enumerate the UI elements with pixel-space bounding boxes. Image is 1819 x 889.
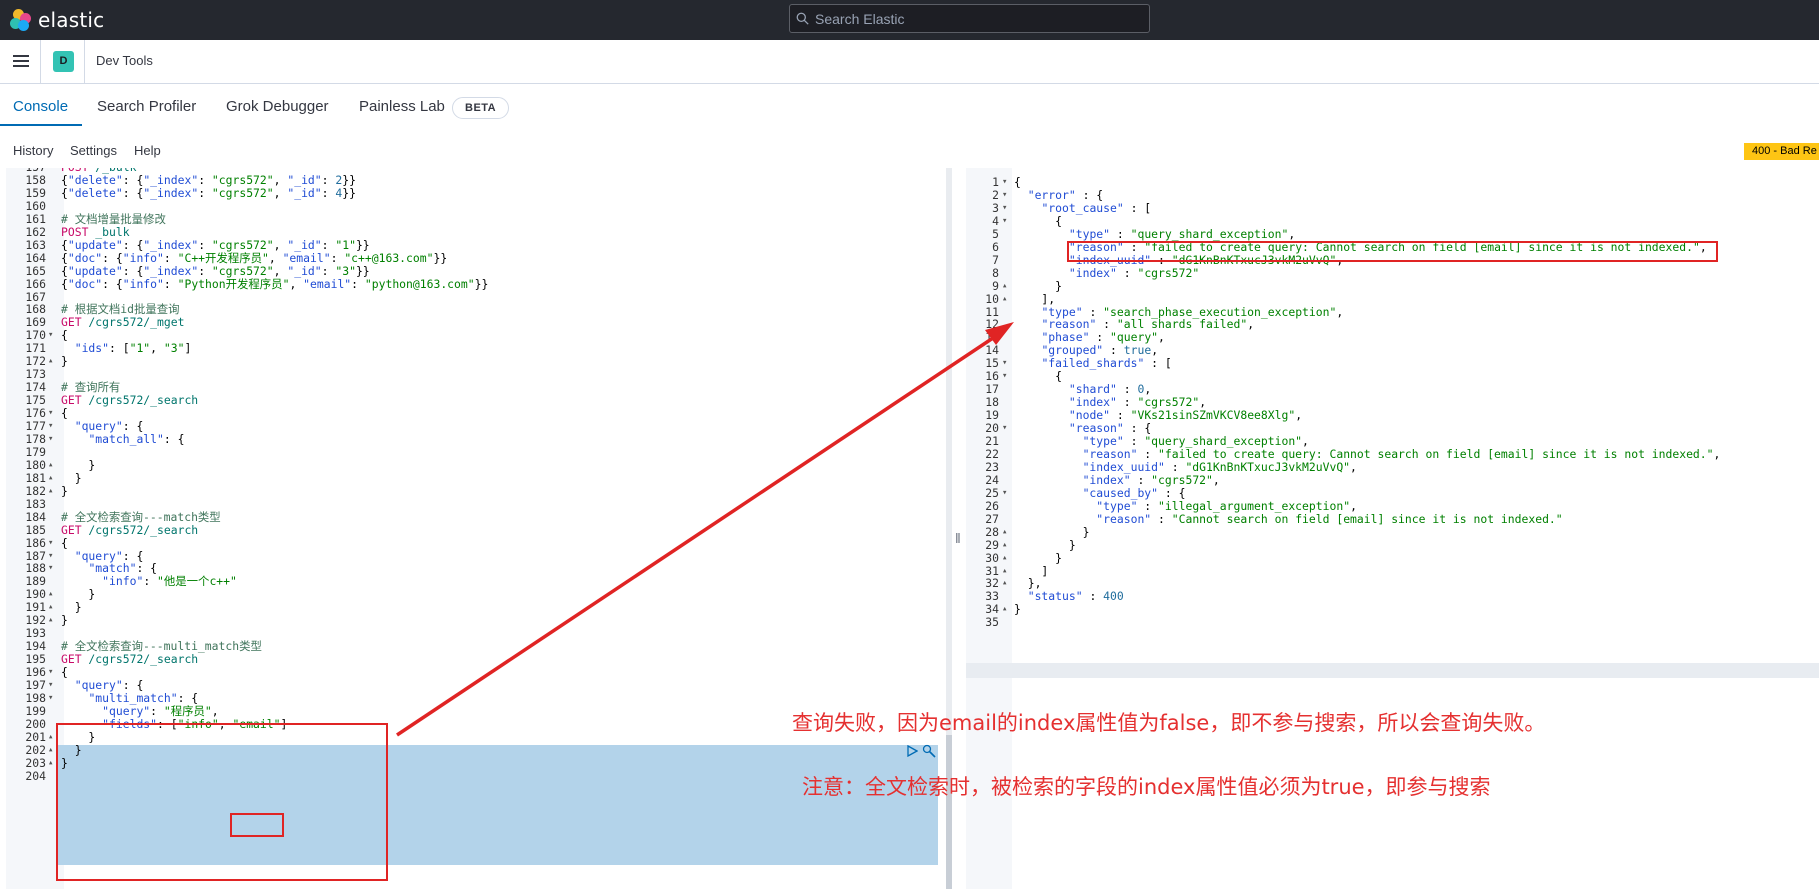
annotation-text-failure: 查询失败，因为email的index属性值为false，即不参与搜索，所以会查询… [792, 711, 1546, 735]
annotation-arrow [396, 322, 1014, 737]
annotation-text-note: 注意：全文检索时，被检索的字段的index属性值必须为true，即参与搜索 [802, 775, 1491, 799]
